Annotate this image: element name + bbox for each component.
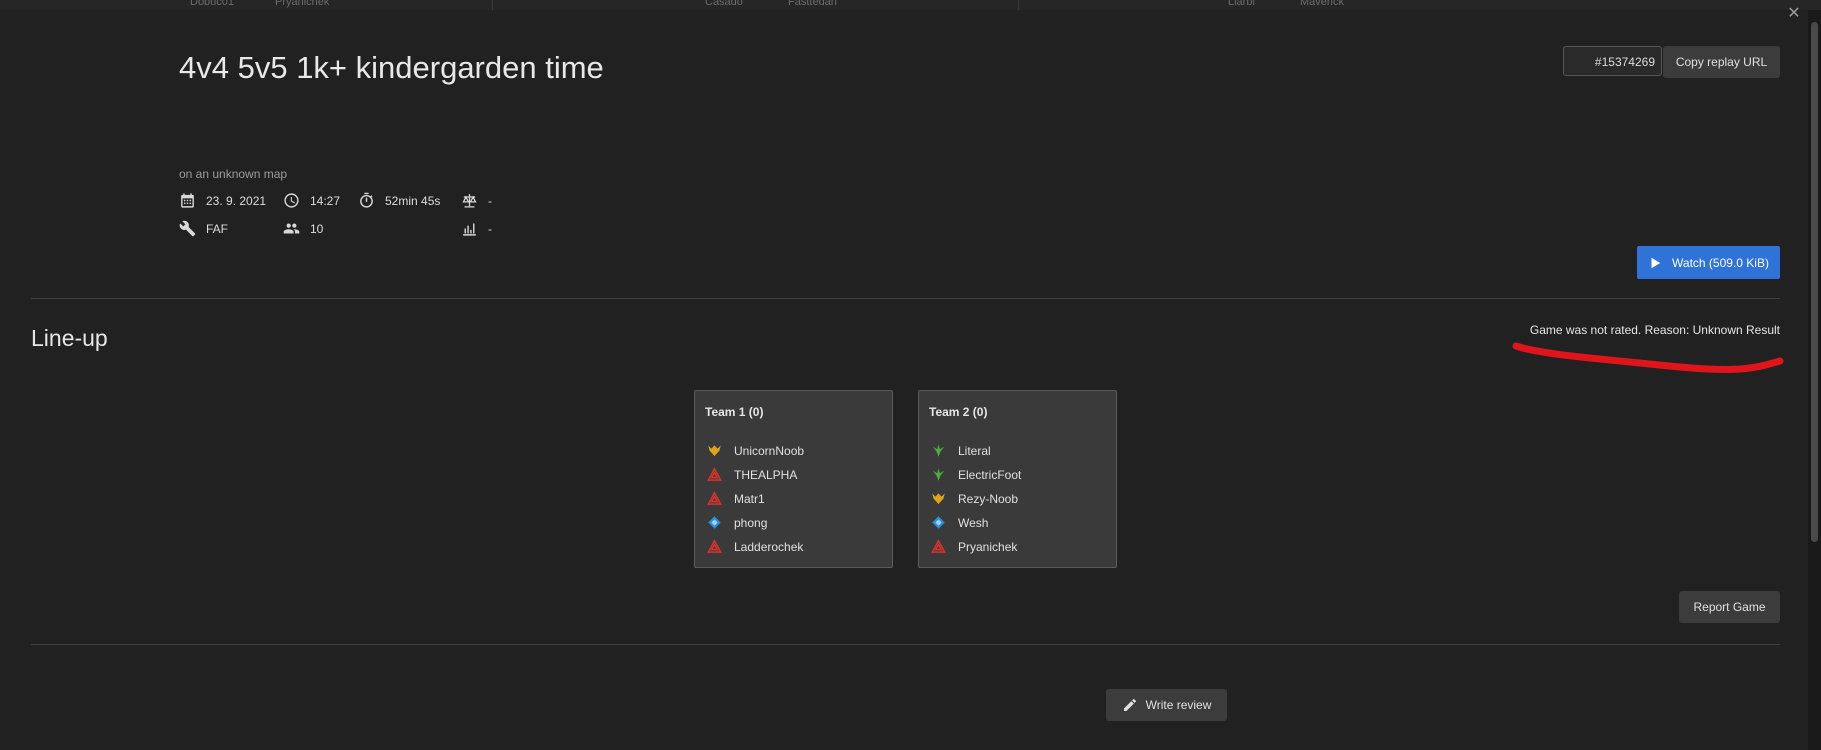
team-card-1: Team 1 (0) UnicornNoob THEALPHA Matr1 ph… — [694, 390, 893, 568]
play-icon — [1651, 257, 1661, 268]
player-name: Matr1 — [734, 491, 765, 506]
players-meta: 10 — [283, 220, 323, 237]
player-row[interactable]: Pryanichek — [931, 539, 1017, 554]
seraphim-faction-icon — [708, 445, 721, 457]
background-text: Pryanichek — [275, 0, 330, 8]
player-name: ElectricFoot — [958, 467, 1022, 482]
wrench-icon — [179, 220, 196, 237]
featured-mod-value: FAF — [206, 221, 229, 236]
pencil-icon — [1123, 698, 1136, 711]
game-title: 4v4 5v5 1k+ kindergarden time — [179, 50, 604, 85]
player-row[interactable]: Ladderochek — [707, 539, 803, 554]
player-row[interactable]: Literal — [931, 443, 991, 458]
featured-mod-meta: FAF — [179, 220, 228, 237]
player-row[interactable]: Matr1 — [707, 491, 765, 506]
aeon-faction-icon — [932, 444, 945, 457]
scrollbar-thumb[interactable] — [1811, 22, 1818, 542]
background-text: Casado — [705, 0, 743, 8]
scrollbar[interactable] — [1808, 10, 1821, 750]
player-name: Pryanichek — [958, 539, 1018, 554]
section-divider — [31, 644, 1780, 645]
player-row[interactable]: UnicornNoob — [707, 443, 804, 458]
balance-value: - — [488, 193, 492, 208]
player-name: UnicornNoob — [734, 443, 805, 458]
clock-icon — [284, 193, 299, 208]
team-card-2: Team 2 (0) Literal ElectricFoot Rezy-Noo… — [918, 390, 1117, 568]
player-name: Wesh — [958, 515, 989, 530]
section-divider — [31, 298, 1780, 299]
cybran-faction-icon — [707, 491, 722, 505]
watch-button[interactable]: Watch (509.0 KiB) — [1637, 246, 1780, 279]
player-name: THEALPHA — [734, 467, 798, 482]
report-game-button[interactable]: Report Game — [1679, 591, 1780, 623]
player-row[interactable]: phong — [707, 515, 767, 530]
cybran-faction-icon — [707, 467, 722, 481]
cybran-faction-icon — [707, 539, 722, 553]
stopwatch-icon — [360, 192, 373, 208]
calendar-icon — [181, 193, 194, 208]
bar-chart-icon — [463, 223, 476, 236]
duration-value: 52min 45s — [385, 193, 441, 208]
lineup-heading: Line-up — [31, 325, 108, 351]
players-value: 10 — [310, 221, 324, 236]
write-review-button[interactable]: Write review — [1106, 689, 1227, 721]
copy-replay-url-button[interactable]: Copy replay URL — [1663, 46, 1780, 78]
people-icon — [283, 223, 300, 234]
duration-meta: 52min 45s — [358, 192, 440, 209]
rating-meta: - — [461, 220, 492, 237]
player-row[interactable]: Wesh — [931, 515, 988, 530]
aeon-faction-icon — [932, 468, 945, 481]
player-name: phong — [734, 515, 768, 530]
date-value: 23. 9. 2021 — [206, 193, 267, 208]
background-text: Liarbi — [1228, 0, 1255, 8]
watch-label: Watch (509.0 KiB) — [1672, 255, 1769, 270]
uef-faction-icon — [932, 516, 945, 529]
player-name: Literal — [958, 443, 991, 458]
rating-value: - — [488, 221, 492, 236]
time-value: 14:27 — [310, 193, 341, 208]
player-name: Rezy-Noob — [958, 491, 1019, 506]
balance-meta: - — [461, 192, 492, 209]
balance-scale-icon — [462, 194, 477, 208]
player-row[interactable]: THEALPHA — [707, 467, 797, 482]
team-title: Team 2 (0) — [929, 405, 988, 419]
map-name: on an unknown map — [179, 167, 288, 181]
background-text: Maverick — [1300, 0, 1345, 8]
uef-faction-icon — [708, 516, 721, 529]
time-meta: 14:27 — [283, 192, 340, 209]
player-name: Ladderochek — [734, 539, 804, 554]
player-row[interactable]: ElectricFoot — [931, 467, 1021, 482]
write-review-label: Write review — [1145, 698, 1212, 712]
team-title: Team 1 (0) — [705, 405, 764, 419]
close-icon[interactable]: ✕ — [1786, 6, 1802, 22]
replay-detail-dialog — [0, 10, 1808, 750]
background-text: Dobuc01 — [190, 0, 235, 8]
red-underline-annotation — [1512, 342, 1784, 373]
background-text: Fasttedan — [788, 0, 837, 8]
replay-id-field[interactable]: #15374269 — [1563, 46, 1662, 76]
cybran-faction-icon — [931, 539, 946, 553]
player-row[interactable]: Rezy-Noob — [931, 491, 1018, 506]
seraphim-faction-icon — [932, 493, 945, 505]
date-meta: 23. 9. 2021 — [179, 192, 266, 209]
